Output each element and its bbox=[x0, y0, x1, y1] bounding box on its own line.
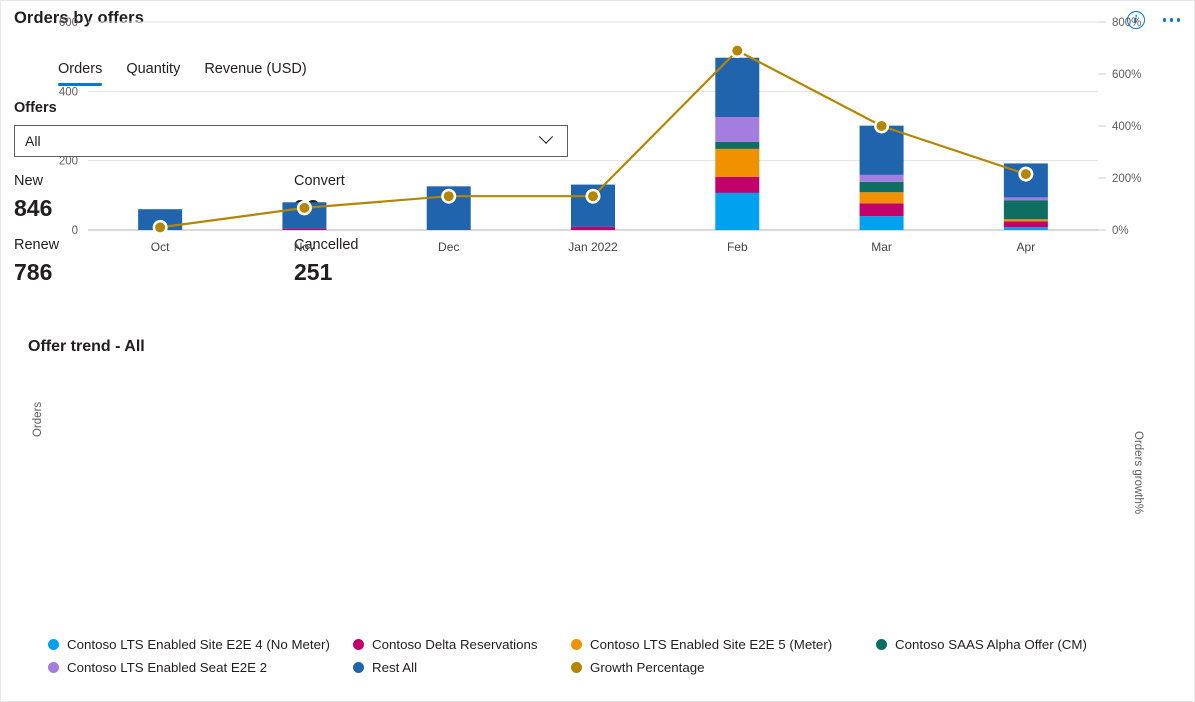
legend-swatch bbox=[876, 639, 887, 650]
chart-y-axis-label: Orders bbox=[32, 402, 44, 437]
legend-item[interactable]: Growth Percentage bbox=[571, 660, 876, 675]
legend-swatch bbox=[571, 639, 582, 650]
svg-text:0: 0 bbox=[72, 225, 78, 237]
svg-text:Apr: Apr bbox=[1017, 240, 1036, 254]
legend-item[interactable]: Contoso LTS Enabled Seat E2E 2 bbox=[48, 660, 353, 675]
svg-text:400: 400 bbox=[59, 86, 78, 98]
svg-text:400%: 400% bbox=[1112, 121, 1141, 133]
svg-text:Mar: Mar bbox=[871, 240, 892, 254]
svg-text:0%: 0% bbox=[1112, 225, 1129, 237]
kpi-value: 786 bbox=[14, 257, 294, 287]
legend-item[interactable]: Contoso LTS Enabled Site E2E 5 (Meter) bbox=[571, 637, 876, 652]
svg-text:Jan 2022: Jan 2022 bbox=[568, 240, 618, 254]
legend-swatch bbox=[48, 639, 59, 650]
chart-legend: Contoso LTS Enabled Site E2E 4 (No Meter… bbox=[48, 637, 1168, 675]
svg-text:Dec: Dec bbox=[438, 240, 459, 254]
legend-label: Rest All bbox=[372, 660, 417, 675]
legend-label: Growth Percentage bbox=[590, 660, 705, 675]
legend-label: Contoso LTS Enabled Site E2E 4 (No Meter… bbox=[67, 637, 330, 652]
chart-y2-axis-label: Orders growth% bbox=[1132, 431, 1144, 514]
legend-label: Contoso SAAS Alpha Offer (CM) bbox=[895, 637, 1087, 652]
legend-item[interactable]: Contoso Delta Reservations bbox=[353, 637, 571, 652]
svg-text:200: 200 bbox=[59, 156, 78, 168]
orders-by-offers-card: Orders by offers i Orders Quantity Reven… bbox=[0, 0, 1195, 702]
svg-text:Oct: Oct bbox=[151, 240, 170, 254]
legend-swatch bbox=[571, 662, 582, 673]
kpi-value: 251 bbox=[294, 257, 574, 287]
legend-item[interactable]: Contoso SAAS Alpha Offer (CM) bbox=[876, 637, 1136, 652]
legend-label: Contoso LTS Enabled Seat E2E 2 bbox=[67, 660, 267, 675]
svg-text:Nov: Nov bbox=[294, 240, 315, 254]
legend-item[interactable]: Contoso LTS Enabled Site E2E 4 (No Meter… bbox=[48, 637, 353, 652]
legend-label: Contoso Delta Reservations bbox=[372, 637, 538, 652]
legend-swatch bbox=[353, 639, 364, 650]
svg-text:Feb: Feb bbox=[727, 240, 748, 254]
svg-text:600%: 600% bbox=[1112, 69, 1141, 81]
legend-item[interactable]: Rest All bbox=[353, 660, 571, 675]
chart-title: Offer trend - All bbox=[28, 338, 145, 356]
legend-label: Contoso LTS Enabled Site E2E 5 (Meter) bbox=[590, 637, 832, 652]
svg-text:600: 600 bbox=[59, 17, 78, 29]
legend-swatch bbox=[353, 662, 364, 673]
svg-text:200%: 200% bbox=[1112, 173, 1141, 185]
svg-text:800%: 800% bbox=[1112, 17, 1141, 29]
legend-swatch bbox=[48, 662, 59, 673]
offer-trend-chart: 0 200 400 600 0% 200% 400% 600% 800% Oct Nov Dec Jan… bbox=[1, 1, 1195, 261]
